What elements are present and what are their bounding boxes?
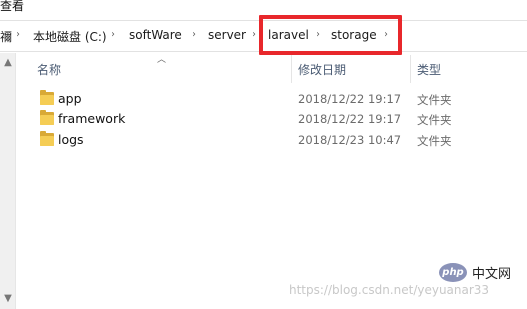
folder-icon — [40, 131, 54, 146]
file-name: app — [58, 91, 82, 106]
chevron-right-icon[interactable]: › — [16, 29, 20, 40]
file-type: 文件夹 — [417, 134, 452, 148]
breadcrumb-software[interactable]: softWare — [129, 28, 182, 42]
php-cn-label: 中文网 — [472, 267, 512, 282]
column-divider[interactable] — [410, 55, 411, 83]
file-modified: 2018/12/23 10:47 — [298, 133, 402, 147]
nav-pane-scrollbar[interactable] — [0, 53, 16, 309]
scroll-down-icon[interactable]: ▼ — [0, 291, 16, 307]
file-name: framework — [58, 111, 126, 126]
file-row[interactable]: logs 2018/12/23 10:47 文件夹 — [16, 130, 527, 151]
chevron-right-icon[interactable]: › — [111, 29, 115, 40]
file-row[interactable]: app 2018/12/22 19:17 文件夹 — [16, 89, 527, 110]
php-logo: php — [439, 263, 467, 282]
file-modified: 2018/12/22 19:17 — [298, 112, 402, 126]
file-type: 文件夹 — [417, 113, 452, 127]
menu-strip: 查看 — [0, 0, 527, 16]
breadcrumb-local-disk[interactable]: 本地磁盘 (C:) — [33, 28, 107, 45]
blog-watermark: https://blog.csdn.net/yeyuanar33 — [289, 283, 490, 297]
file-modified: 2018/12/22 19:17 — [298, 92, 402, 106]
menu-view[interactable]: 查看 — [0, 0, 24, 14]
file-type: 文件夹 — [417, 93, 452, 107]
column-divider[interactable] — [291, 55, 292, 83]
folder-icon — [40, 90, 54, 105]
column-header-row: 名称 修改日期 类型 — [16, 53, 527, 83]
column-header-type[interactable]: 类型 — [417, 61, 441, 78]
chevron-right-icon[interactable]: › — [192, 29, 196, 40]
breadcrumb-server[interactable]: server — [208, 28, 246, 42]
column-header-name[interactable]: 名称 — [37, 61, 61, 78]
file-name: logs — [58, 132, 84, 147]
scroll-up-icon[interactable]: ▲ — [0, 55, 16, 71]
file-row[interactable]: framework 2018/12/22 19:17 文件夹 — [16, 109, 527, 130]
folder-icon — [40, 110, 54, 125]
column-header-modified[interactable]: 修改日期 — [298, 61, 346, 78]
red-highlight-box — [259, 15, 402, 55]
chevron-right-icon[interactable]: › — [252, 29, 256, 40]
breadcrumb-partial[interactable]: 禰 — [0, 28, 12, 45]
